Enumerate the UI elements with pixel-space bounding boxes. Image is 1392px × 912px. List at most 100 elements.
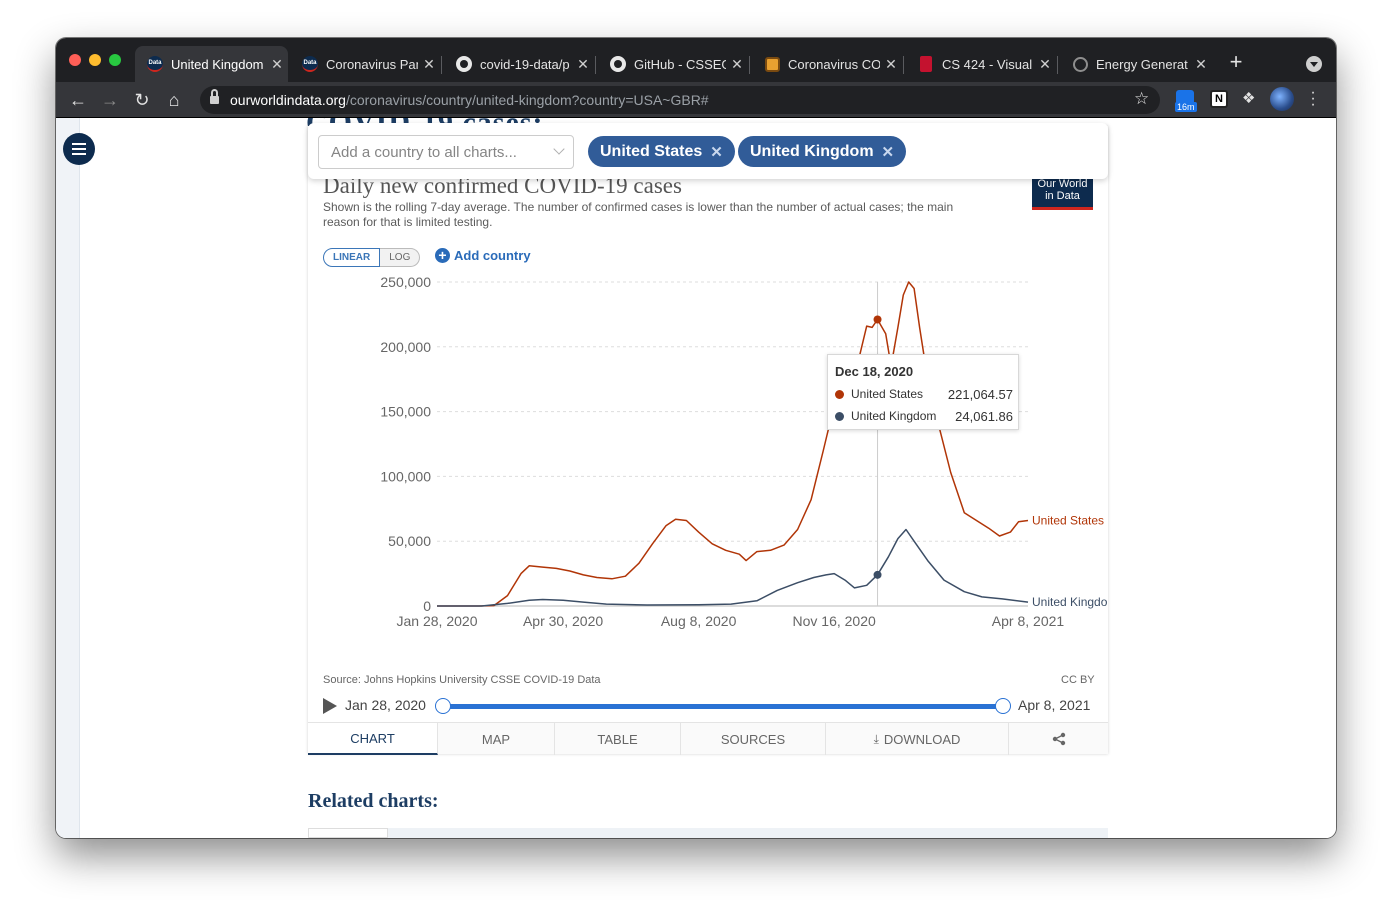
extension-badge: 16m (1175, 102, 1197, 112)
tab-title: CS 424 - Visual (942, 56, 1033, 72)
forward-icon[interactable]: → (98, 88, 122, 112)
tab-title: Coronavirus CO (788, 56, 880, 72)
scale-toggle: LINEAR LOG (323, 248, 421, 267)
chart-source[interactable]: Source: Johns Hopkins University CSSE CO… (323, 674, 601, 686)
hover-point (873, 315, 882, 324)
zoom-window-button[interactable] (109, 54, 121, 66)
series-dot-icon (835, 390, 844, 399)
close-window-button[interactable] (69, 54, 81, 66)
new-tab-button[interactable]: + (1224, 50, 1248, 74)
chart-license[interactable]: CC BY (1061, 674, 1095, 686)
tab-table[interactable]: TABLE (555, 723, 681, 755)
tab-close-icon[interactable]: ✕ (1190, 56, 1212, 73)
back-icon[interactable]: ← (66, 88, 90, 112)
tooltip-value: 24,061.86 (955, 409, 1013, 424)
owid-logo[interactable]: Our World in Data (1032, 176, 1093, 210)
add-country-dropdown[interactable]: Add a country to all charts... (318, 135, 574, 169)
x-tick-label: Apr 8, 2021 (992, 613, 1065, 629)
browser-tab-united-kingdom[interactable]: Data United Kingdom ✕ (135, 46, 288, 82)
browser-tab-energy-generation[interactable]: Energy Generat ✕ (1060, 46, 1212, 82)
tab-sources[interactable]: SOURCES (681, 723, 826, 755)
timeline-track[interactable] (443, 704, 1003, 709)
series-line-united-states (437, 281, 1029, 607)
coronavirus-site-icon (764, 56, 780, 72)
browser-tab-cs-424[interactable]: CS 424 - Visual ✕ (906, 46, 1056, 82)
tab-close-icon[interactable]: ✕ (726, 56, 748, 73)
hover-point (873, 570, 882, 579)
tab-close-icon[interactable]: ✕ (572, 56, 594, 73)
timeline-end-label: Apr 8, 2021 (1018, 697, 1091, 713)
extensions-puzzle-icon[interactable]: ❖ (1242, 89, 1260, 107)
browser-tab-covid-19-data[interactable]: covid-19-data/p ✕ (444, 46, 594, 82)
country-chip-united-kingdom[interactable]: United Kingdom ✕ (738, 136, 907, 167)
dropdown-placeholder: Add a country to all charts... (331, 144, 517, 161)
tab-map[interactable]: MAP (438, 723, 555, 755)
tab-close-icon[interactable]: ✕ (266, 56, 288, 73)
line-chart[interactable]: 0 50,000 100,000 150,000 200,000 250,000 Jan 2… (308, 268, 1108, 658)
table-of-contents-button[interactable] (63, 133, 95, 165)
github-icon (610, 56, 626, 72)
owid-favicon-text: Data (147, 56, 163, 72)
add-country-button[interactable]: + Add country (435, 248, 531, 263)
share-glyph (1052, 732, 1065, 746)
github-icon (456, 56, 472, 72)
chip-label: United Kingdom (750, 142, 874, 160)
minimize-window-button[interactable] (89, 54, 101, 66)
browser-window: Data United Kingdom ✕ Data Coronavirus P… (56, 38, 1336, 838)
tooltip-row-united-states: United States 221,064.57 (835, 387, 1013, 402)
profile-avatar[interactable] (1270, 87, 1294, 111)
download-label: DOWNLOAD (883, 731, 961, 747)
tab-close-icon[interactable]: ✕ (418, 56, 440, 73)
timeline-end-handle[interactable] (995, 698, 1011, 714)
play-icon[interactable] (323, 698, 337, 714)
log-scale-button[interactable]: LOG (380, 248, 421, 267)
related-charts-heading: Related charts: (308, 790, 439, 812)
address-bar[interactable]: ourworldindata.org/coronavirus/country/u… (200, 86, 1160, 114)
home-icon[interactable]: ⌂ (162, 88, 186, 112)
tab-download[interactable]: ⤓ DOWNLOAD (826, 723, 1009, 755)
bookmark-star-icon[interactable]: ☆ (1134, 89, 1149, 109)
browser-menu-icon[interactable]: · · · (1309, 85, 1317, 113)
y-tick-label: 0 (423, 598, 431, 614)
url-path: /coronavirus/country/united-kingdom?coun… (345, 92, 709, 108)
linear-scale-button[interactable]: LINEAR (323, 248, 381, 267)
browser-tab-coronavirus-pandemic[interactable]: Data Coronavirus Pan ✕ (290, 46, 440, 82)
chart-subtitle: Shown is the rolling 7-day average. The … (323, 200, 954, 229)
timeline-slider: Jan 28, 2020 Apr 8, 2021 (323, 695, 1094, 717)
tab-chart[interactable]: CHART (308, 723, 438, 755)
timeline-start-handle[interactable] (435, 698, 451, 714)
chart-tab-bar: CHART MAP TABLE SOURCES ⤓ DOWNLOAD (308, 722, 1108, 755)
notion-icon[interactable]: N (1210, 90, 1228, 108)
remove-icon[interactable]: ✕ (882, 143, 895, 161)
tab-title: covid-19-data/p (480, 56, 570, 72)
related-chart-thumbnail[interactable] (308, 828, 388, 838)
tab-close-icon[interactable]: ✕ (1034, 56, 1056, 73)
y-tick-label: 250,000 (380, 274, 431, 290)
browser-tab-github-csseg[interactable]: GitHub - CSSEG ✕ (598, 46, 748, 82)
globe-icon (1072, 56, 1088, 72)
tab-separator (1057, 56, 1058, 74)
tooltip-series-name: United States (851, 387, 924, 401)
plus-circle-icon: + (435, 248, 450, 263)
x-tick-label: Jan 28, 2020 (397, 613, 478, 629)
tab-close-icon[interactable]: ✕ (880, 56, 902, 73)
logo-line-1: Our World (1037, 178, 1088, 190)
url-text[interactable]: ourworldindata.org/coronavirus/country/u… (230, 92, 709, 108)
x-tick-label: Aug 8, 2020 (661, 613, 737, 629)
tab-search-icon[interactable] (1306, 56, 1322, 72)
tab-title: United Kingdom (171, 56, 264, 72)
lock-icon (210, 89, 219, 105)
tooltip-date: Dec 18, 2020 (835, 364, 914, 379)
chip-label: United States (600, 142, 703, 160)
x-tick-label: Apr 30, 2020 (523, 613, 603, 629)
tab-separator (749, 56, 750, 74)
tooltip-series-name: United Kingdom (851, 409, 937, 423)
list-icon-line (72, 148, 86, 150)
share-icon[interactable] (1009, 723, 1108, 755)
browser-tab-coronavirus-covid[interactable]: Coronavirus CO ✕ (752, 46, 902, 82)
remove-icon[interactable]: ✕ (710, 143, 723, 161)
reload-icon[interactable]: ↻ (130, 88, 154, 112)
page-content: COVID-19 cases: Add a country to all cha… (56, 118, 1336, 838)
country-chip-united-states[interactable]: United States ✕ (588, 136, 735, 167)
download-icon: ⤓ (873, 731, 879, 746)
